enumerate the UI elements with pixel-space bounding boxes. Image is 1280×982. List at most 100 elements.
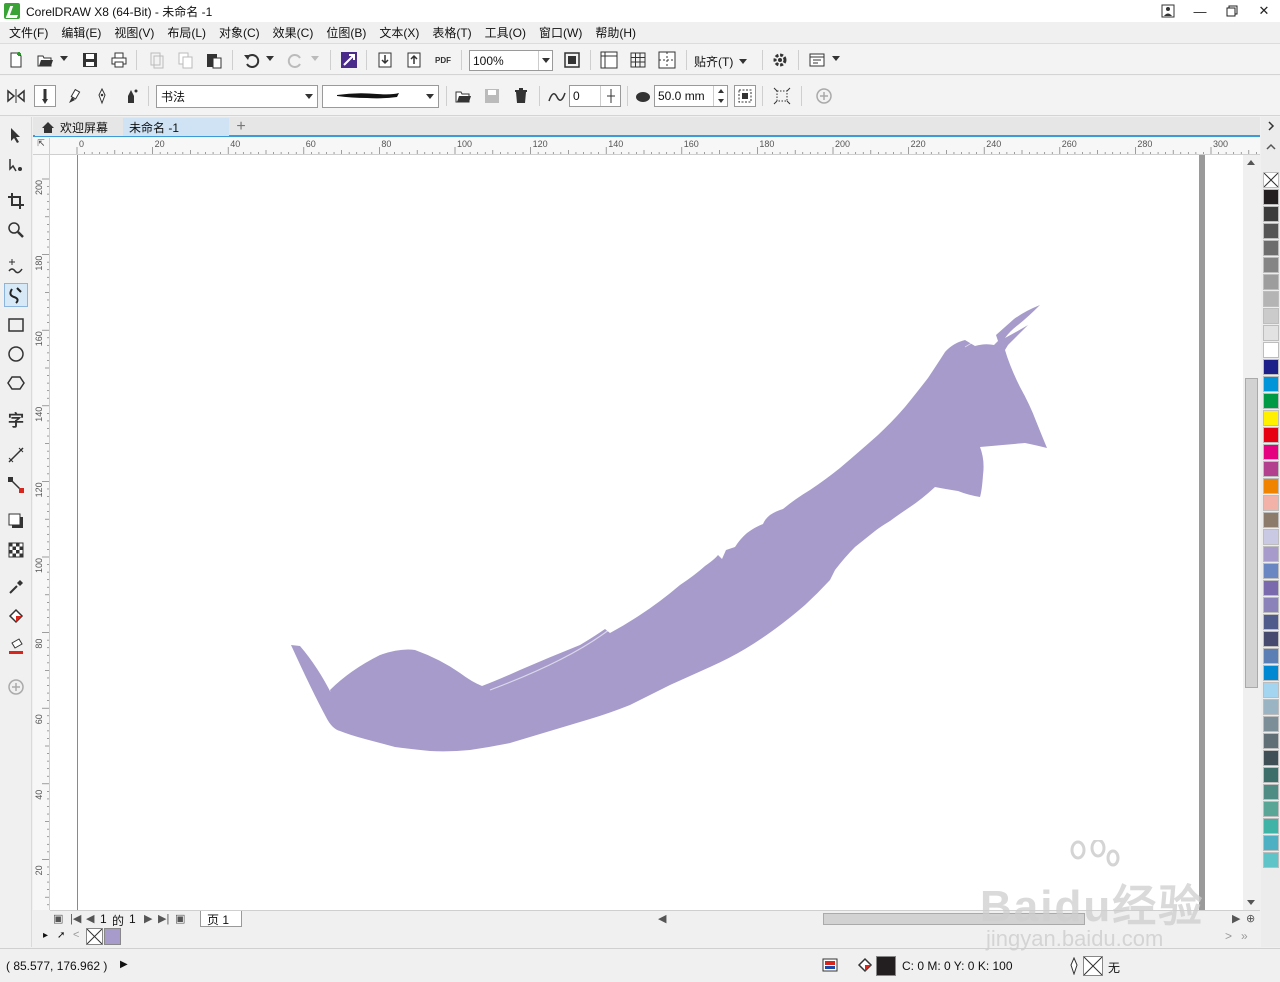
palette-swatch[interactable] [1263,716,1279,732]
parallel-dimension-tool-icon[interactable] [4,443,28,467]
stroke-width-input[interactable]: 50.0 mm [654,85,728,107]
palette-swatch[interactable] [1263,427,1279,443]
zoom-tool-icon[interactable] [4,218,28,242]
first-page-icon[interactable]: |◀ [70,912,81,925]
eyedropper-tool-icon[interactable] [4,575,28,599]
palette-swatch[interactable] [1263,801,1279,817]
redo-icon[interactable] [285,49,307,71]
palette-swatch[interactable] [1263,257,1279,273]
palette-swatch[interactable] [1263,767,1279,783]
menu-window[interactable]: 窗口(W) [534,24,590,41]
palette-swatch[interactable] [1263,444,1279,460]
launcher-dropdown-icon[interactable] [832,56,840,61]
show-rulers-icon[interactable] [598,49,620,71]
account-icon[interactable] [1152,0,1184,22]
artistic-media-tool-icon[interactable] [4,283,28,307]
palette-scroll-right-icon[interactable] [1263,119,1279,135]
sprayer-icon[interactable] [91,85,113,107]
add-page-after-icon[interactable]: ▣ [175,912,185,925]
copy-icon[interactable] [174,49,196,71]
cut-icon[interactable] [145,49,167,71]
palette-swatch[interactable] [1263,376,1279,392]
palette-swatch[interactable] [1263,648,1279,664]
last-page-icon[interactable]: ▶| [158,912,169,925]
horizontal-ruler[interactable]: 0 20 40 60 80 100 120 140 160 180 200 220 240 260 280 3… [50,138,1260,155]
save-icon[interactable] [79,49,101,71]
full-screen-icon[interactable] [561,49,583,71]
menu-tools[interactable]: 工具(O) [480,24,534,41]
undo-dropdown-icon[interactable] [266,56,274,61]
horizontal-scroll-thumb[interactable] [823,913,1085,925]
scroll-down-icon[interactable] [1247,900,1255,905]
calligraphy-stroke-shape[interactable] [50,155,1243,910]
crop-tool-icon[interactable] [4,189,28,213]
calligraphic-icon[interactable] [120,85,142,107]
menu-edit[interactable]: 编辑(E) [56,24,109,41]
redo-dropdown-icon[interactable] [311,56,319,61]
palette-swatch[interactable] [1263,240,1279,256]
ellipse-tool-icon[interactable] [4,342,28,366]
shape-tool-icon[interactable] [4,153,28,177]
palette-swatch[interactable] [1263,393,1279,409]
application-launcher-icon[interactable] [806,49,828,71]
palette-swatch[interactable] [1263,529,1279,545]
print-icon[interactable] [108,49,130,71]
menu-file[interactable]: 文件(F) [4,24,56,41]
pick-tool-icon[interactable] [4,123,28,147]
smoothing-slider-icon[interactable] [600,86,620,106]
browse-folder-icon[interactable] [452,85,474,107]
palette-swatch[interactable] [1263,597,1279,613]
doc-palette-right-icon[interactable]: > [1225,929,1232,943]
palette-swatch[interactable] [1263,835,1279,851]
connector-tool-icon[interactable] [4,473,28,497]
palette-swatch[interactable] [1263,580,1279,596]
palette-swatch[interactable] [1263,546,1279,562]
palette-swatch[interactable] [1263,495,1279,511]
show-guidelines-icon[interactable] [656,49,678,71]
paste-icon[interactable] [203,49,225,71]
polygon-tool-icon[interactable] [4,371,28,395]
palette-swatch[interactable] [1263,461,1279,477]
palette-swatch[interactable] [1263,189,1279,205]
page-tab[interactable]: 页 1 [200,911,242,927]
snap-to-button[interactable]: 贴齐(T) [694,50,748,72]
corel-connect-icon[interactable] [338,49,360,71]
navigator-zoom-icon[interactable]: ⊕ [1246,912,1255,925]
palette-swatch[interactable] [1263,750,1279,766]
publish-pdf-icon[interactable]: PDF [432,49,454,71]
drop-shadow-tool-icon[interactable] [4,509,28,533]
palette-swatch[interactable] [1263,342,1279,358]
palette-swatch[interactable] [1263,274,1279,290]
doc-palette-no-color[interactable] [86,928,103,945]
menu-table[interactable]: 表格(T) [427,24,479,41]
palette-swatch[interactable] [1263,818,1279,834]
status-expand-icon[interactable]: ▶ [120,959,128,970]
tab-document[interactable]: 未命名 -1 [123,118,229,136]
close-button[interactable]: ✕ [1248,0,1280,22]
tab-welcome-screen[interactable]: 欢迎屏幕 [35,118,123,136]
import-icon[interactable] [374,49,396,71]
doc-palette-lavender-swatch[interactable] [104,928,121,945]
add-page-before-icon[interactable]: ▣ [53,912,63,925]
open-folder-icon[interactable] [34,49,56,71]
menu-view[interactable]: 视图(V) [109,24,162,41]
palette-swatch[interactable] [1263,614,1279,630]
palette-swatch[interactable] [1263,784,1279,800]
category-dropdown-icon[interactable] [301,86,317,107]
menu-layout[interactable]: 布局(L) [162,24,214,41]
doc-palette-left-icon[interactable]: < [73,929,79,941]
palette-swatch[interactable] [1263,410,1279,426]
palette-swatch[interactable] [1263,308,1279,324]
artistic-media-category-select[interactable]: 书法 [156,85,318,108]
hscroll-right-icon[interactable]: ▶ [1232,912,1240,925]
no-color-swatch[interactable] [1263,172,1279,188]
delete-trash-icon[interactable] [510,85,532,107]
export-icon[interactable] [403,49,425,71]
freehand-tool-icon[interactable] [4,254,28,278]
menu-effects[interactable]: 效果(C) [268,24,322,41]
outline-color-swatch[interactable] [1083,956,1103,976]
palette-swatch[interactable] [1263,631,1279,647]
palette-swatch[interactable] [1263,325,1279,341]
fill-color-swatch[interactable] [876,956,896,976]
palette-swatch[interactable] [1263,223,1279,239]
